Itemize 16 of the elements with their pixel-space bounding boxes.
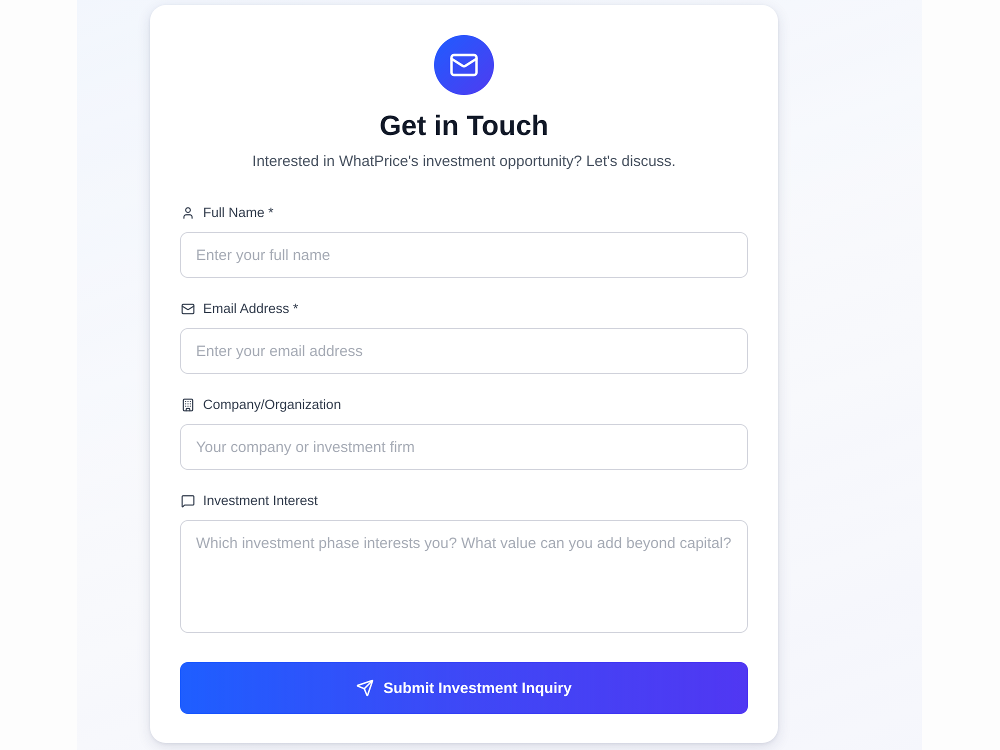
field-label: Full Name * bbox=[203, 204, 274, 222]
person-icon bbox=[181, 206, 195, 220]
input-field[interactable]: Your company or investment firm bbox=[180, 424, 748, 470]
chat-bubble-icon bbox=[181, 494, 195, 508]
input-field[interactable]: Enter your full name bbox=[180, 232, 748, 278]
form-title: Get in Touch bbox=[378, 109, 550, 143]
field-label: Company/Organization bbox=[203, 396, 342, 414]
send-icon bbox=[356, 679, 374, 697]
submit-button[interactable]: Submit Investment Inquiry bbox=[180, 662, 748, 714]
building-icon bbox=[181, 398, 195, 412]
field-label: Investment Interest bbox=[203, 492, 318, 510]
field-label: Email Address * bbox=[203, 300, 298, 318]
input-field[interactable]: Enter your email address bbox=[180, 328, 748, 374]
text-area-field[interactable]: Which investment phase interests you? What value can you add beyond capital? bbox=[180, 520, 748, 633]
mail-icon bbox=[181, 302, 195, 316]
form-subtitle: Interested in WhatPrice's investment opportunity? Let's discuss. bbox=[251, 152, 677, 172]
